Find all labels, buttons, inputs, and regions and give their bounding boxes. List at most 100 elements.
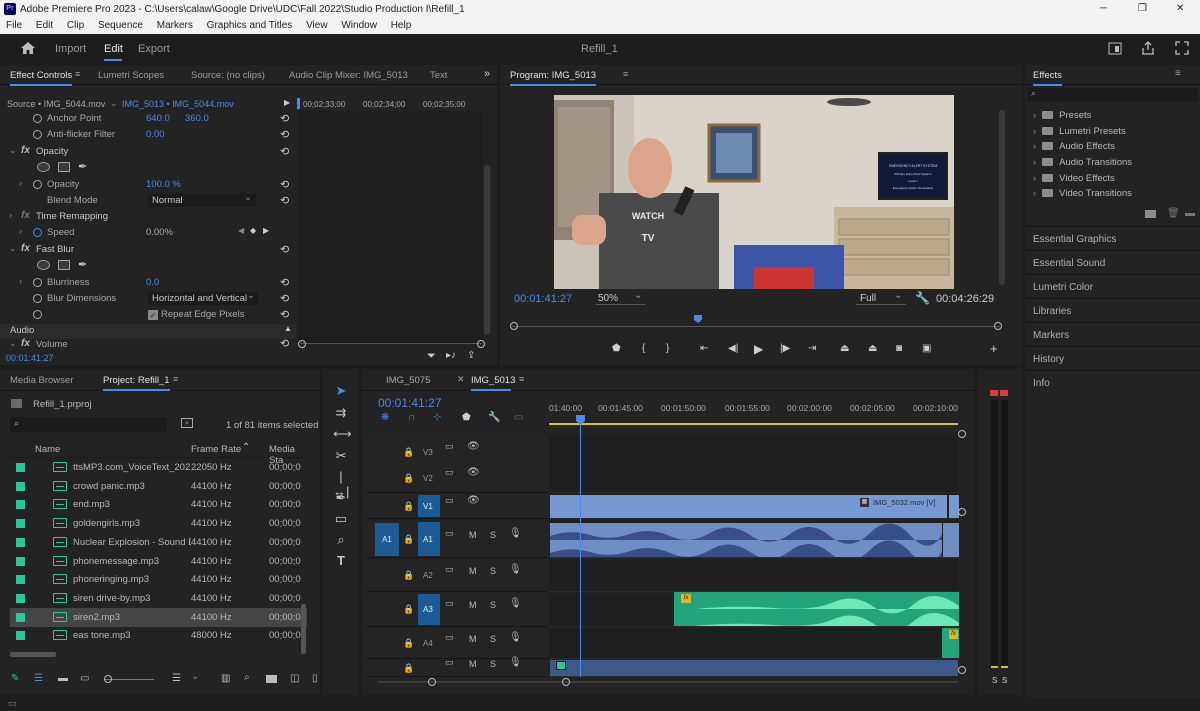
workspaces-icon[interactable] — [1108, 42, 1122, 55]
panel-menu-icon[interactable]: ≡ — [519, 374, 524, 384]
microphone-icon[interactable]: 🎙 — [509, 528, 522, 539]
list-view-icon[interactable]: ☰ — [34, 673, 43, 684]
timeline-v-scroll-bottom[interactable] — [958, 666, 966, 674]
timeline-playhead[interactable] — [580, 415, 581, 677]
work-area-bar[interactable] — [549, 423, 958, 425]
program-monitor-title[interactable]: Program: IMG_5013 — [510, 70, 597, 86]
sync-lock-icon[interactable]: ▭ — [445, 564, 454, 575]
tab-audio-clip-mixer[interactable]: Audio Clip Mixer: IMG_5013 — [289, 70, 408, 81]
ec-speed-value[interactable]: 0.00% — [146, 227, 173, 238]
sync-lock-icon[interactable]: ▭ — [445, 598, 454, 609]
rectangle-tool-icon[interactable]: ▭ — [333, 511, 349, 527]
tab-text[interactable]: Text — [430, 70, 447, 81]
project-item-row[interactable]: phoneringing.mp3 44100 Hz 00;00;0 — [10, 570, 307, 589]
trash-icon[interactable]: 🗑 — [1167, 208, 1180, 219]
mute-button[interactable]: M — [469, 634, 477, 644]
timeline-horizontal-scrollbar[interactable] — [378, 678, 958, 686]
stopwatch-icon[interactable] — [33, 180, 42, 189]
project-vertical-scrollbar[interactable] — [301, 604, 306, 654]
lock-icon[interactable]: 🔒 — [403, 604, 414, 615]
pen-tool-icon[interactable]: ✒ — [333, 490, 349, 506]
ec-blurriness-value[interactable]: 0.0 — [146, 277, 159, 288]
edit-tab[interactable]: Edit — [104, 43, 123, 55]
stopwatch-icon[interactable] — [33, 130, 42, 139]
razor-tool-icon[interactable]: ✂ — [333, 448, 349, 464]
pencil-icon[interactable]: ✎ — [11, 673, 19, 684]
column-frame-rate[interactable]: Frame Rate — [191, 444, 241, 455]
go-to-out-icon[interactable]: ⇥ — [808, 343, 816, 354]
home-icon[interactable] — [20, 41, 36, 55]
zoom-dropdown[interactable]: 50% ⌄ — [596, 290, 646, 305]
hand-tool-icon[interactable]: ⌕ — [333, 532, 349, 548]
chevron-right-icon[interactable]: › — [19, 226, 22, 236]
reset-icon[interactable]: ⟲ — [280, 112, 289, 125]
maximize-button[interactable]: ❐ — [1138, 3, 1147, 14]
prev-keyframe-icon[interactable]: ◀ — [238, 226, 244, 235]
reset-icon[interactable]: ⟲ — [280, 178, 289, 191]
automate-to-sequence-icon[interactable]: ▥ — [221, 673, 230, 684]
project-item-row[interactable]: crowd panic.mp3 44100 Hz 00;00;0 — [10, 477, 307, 496]
sync-lock-icon[interactable]: ▭ — [445, 495, 454, 506]
h-scroll-end-handle[interactable] — [562, 678, 570, 686]
quality-dropdown[interactable]: Full ⌄ — [856, 290, 906, 305]
play-audio-icon[interactable]: ▸♪ — [446, 350, 456, 361]
lock-icon[interactable]: 🔒 — [403, 638, 414, 649]
scrubber-start-handle[interactable] — [510, 322, 518, 330]
effects-item-presets[interactable]: › Presets — [1033, 110, 1091, 121]
menu-markers[interactable]: Markers — [157, 20, 193, 31]
label-color-swatch[interactable] — [16, 556, 25, 566]
eye-icon[interactable]: 👁 — [467, 467, 480, 478]
selection-tool-icon[interactable]: ➤ — [333, 383, 349, 399]
export-tab[interactable]: Export — [138, 43, 170, 55]
project-item-row[interactable]: Nuclear Explosion - Sound E 44100 Hz 00;00… — [10, 533, 307, 552]
ec-opacity-value[interactable]: 100.0 % — [146, 179, 181, 190]
effects-item-lumetri-presets[interactable]: › Lumetri Presets — [1033, 126, 1126, 137]
mute-button[interactable]: M — [469, 659, 477, 669]
repeat-edge-checkbox[interactable]: ✓ — [148, 310, 158, 320]
chevron-down-icon[interactable]: ⌄ — [9, 243, 17, 254]
freeform-view-icon[interactable]: ▭ — [80, 673, 89, 684]
fx-icon[interactable]: fx — [21, 338, 30, 349]
audio-clip-a1-end[interactable] — [943, 523, 959, 557]
program-vertical-scrollbar[interactable] — [999, 110, 1005, 285]
menu-window[interactable]: Window — [341, 20, 377, 31]
timeline-v-scroll-top[interactable] — [958, 430, 966, 438]
mark-out-icon[interactable]: } — [666, 343, 669, 354]
stopwatch-icon[interactable] — [33, 310, 42, 319]
ec-source-label[interactable]: Source • IMG_5044.mov — [7, 99, 105, 109]
ec-horizontal-scrollbar[interactable] — [300, 343, 482, 349]
play-icon[interactable]: ▶ — [754, 342, 763, 356]
type-tool-icon[interactable]: T — [333, 553, 349, 569]
menu-sequence[interactable]: Sequence — [98, 20, 143, 31]
new-item-icon[interactable]: ◫ — [290, 673, 299, 684]
microphone-icon[interactable]: 🎙 — [509, 657, 522, 668]
project-item-row[interactable]: phonemessage.mp3 44100 Hz 00;00;0 — [10, 552, 307, 571]
effects-panel-title[interactable]: Effects — [1033, 70, 1062, 86]
captions-icon[interactable]: ▭ — [514, 412, 523, 423]
reset-icon[interactable]: ⟲ — [280, 128, 289, 141]
filter-icon[interactable]: ⏷ — [427, 350, 436, 363]
fx-icon[interactable]: fx — [21, 243, 30, 254]
effects-item-video-effects[interactable]: › Video Effects — [1033, 173, 1115, 184]
effects-item-audio-transitions[interactable]: › Audio Transitions — [1033, 157, 1132, 168]
solo-button[interactable]: S — [490, 600, 496, 610]
timeline-timecode[interactable]: 00:01:41:27 — [378, 396, 441, 410]
rectangle-mask-icon[interactable] — [58, 260, 70, 270]
solo-button[interactable]: S — [490, 530, 496, 540]
solo-right-button[interactable]: S — [1002, 676, 1007, 685]
play-icon[interactable]: ▶ — [284, 98, 290, 107]
panel-menu-icon[interactable]: ≡ — [75, 69, 80, 79]
comparison-view-icon[interactable]: ▣ — [922, 343, 931, 354]
effects-item-video-transitions[interactable]: › Video Transitions — [1033, 188, 1132, 199]
menu-view[interactable]: View — [306, 20, 328, 31]
settings-wrench-icon[interactable]: 🔧 — [915, 291, 930, 305]
ripple-edit-tool-icon[interactable]: ⟷ — [333, 426, 352, 442]
stopwatch-icon[interactable] — [33, 278, 42, 287]
chevron-right-icon[interactable]: › — [19, 276, 22, 286]
effects-item-audio-effects[interactable]: › Audio Effects — [1033, 141, 1115, 152]
pen-mask-icon[interactable]: ✒ — [78, 160, 87, 173]
menu-help[interactable]: Help — [391, 20, 412, 31]
project-item-row[interactable]: goldengirls.mp3 44100 Hz 00;00;0 — [10, 514, 307, 533]
ec-playhead[interactable] — [297, 98, 300, 109]
timeline-track-lane[interactable] — [549, 628, 958, 659]
